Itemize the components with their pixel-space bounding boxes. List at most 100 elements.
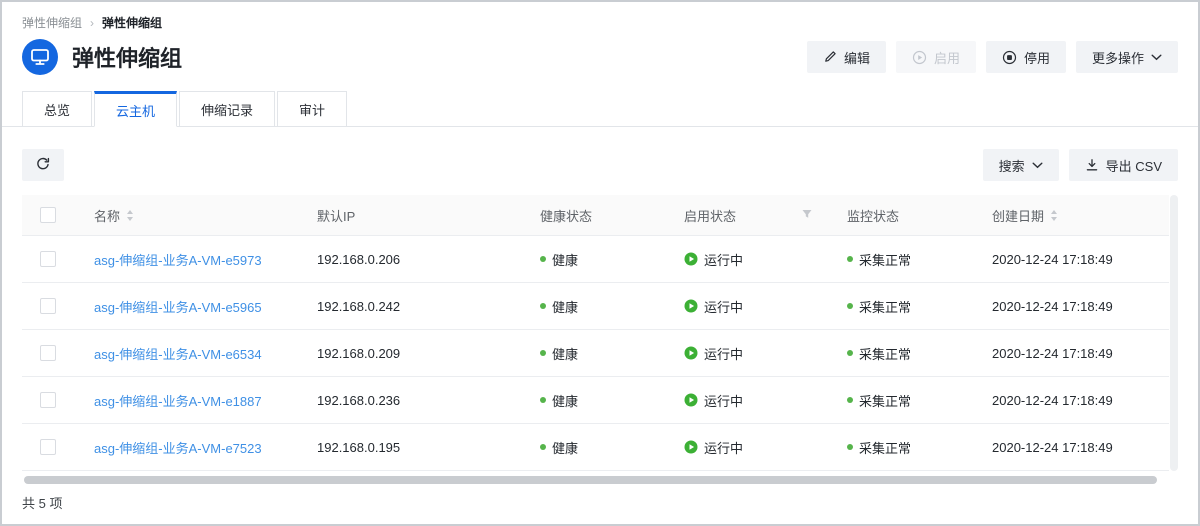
play-circle-icon — [912, 50, 927, 65]
monitor-status-cell: 采集正常 — [827, 391, 972, 410]
column-header-health: 健康状态 — [520, 206, 664, 225]
table-body: asg-伸缩组-业务A-VM-e5973 192.168.0.206 健康 运行… — [22, 236, 1169, 471]
running-play-icon — [684, 299, 698, 313]
column-label-ip: 默认IP — [317, 206, 355, 225]
vm-name-link[interactable]: asg-伸缩组-业务A-VM-e6534 — [94, 344, 262, 363]
horizontal-scrollbar — [22, 476, 1178, 484]
vm-name-link[interactable]: asg-伸缩组-业务A-VM-e7523 — [94, 438, 262, 457]
created-date-value: 2020-12-24 17:18:49 — [992, 346, 1113, 361]
vm-name-link[interactable]: asg-伸缩组-业务A-VM-e1887 — [94, 391, 262, 410]
column-header-name[interactable]: 名称 — [74, 206, 297, 225]
created-date-cell: 2020-12-24 17:18:49 — [972, 346, 1169, 361]
search-button[interactable]: 搜索 — [983, 149, 1059, 181]
enable-status-label: 运行中 — [704, 391, 743, 410]
vm-table: 名称 默认IP 健康状态 启用状态 — [22, 195, 1178, 471]
monitor-status-cell: 采集正常 — [827, 344, 972, 363]
stop-button[interactable]: 停用 — [986, 41, 1066, 73]
sort-icon[interactable] — [126, 209, 134, 222]
export-csv-label: 导出 CSV — [1106, 156, 1162, 175]
health-status-label: 健康 — [552, 297, 578, 316]
header-actions: 编辑 启用 停用 — [807, 41, 1178, 73]
page-title: 弹性伸缩组 — [72, 41, 182, 73]
column-label-created: 创建日期 — [992, 206, 1044, 225]
table-header-row: 名称 默认IP 健康状态 启用状态 — [22, 195, 1169, 236]
enable-status-cell: 运行中 — [664, 297, 827, 316]
row-checkbox[interactable] — [40, 439, 56, 455]
row-checkbox-cell — [22, 392, 74, 408]
chevron-down-icon — [1151, 54, 1162, 61]
breadcrumb-parent[interactable]: 弹性伸缩组 — [22, 14, 82, 31]
export-csv-button[interactable]: 导出 CSV — [1069, 149, 1178, 181]
more-actions-button[interactable]: 更多操作 — [1076, 41, 1178, 73]
edit-button[interactable]: 编辑 — [807, 41, 886, 73]
select-all-checkbox[interactable] — [40, 207, 56, 223]
column-header-ip: 默认IP — [297, 206, 520, 225]
column-header-created[interactable]: 创建日期 — [972, 206, 1169, 225]
row-checkbox-cell — [22, 345, 74, 361]
horizontal-scrollbar-thumb[interactable] — [24, 476, 1157, 484]
default-ip-value: 192.168.0.206 — [317, 252, 400, 267]
default-ip-cell: 192.168.0.209 — [297, 346, 520, 361]
running-play-icon — [684, 346, 698, 360]
more-actions-label: 更多操作 — [1092, 48, 1144, 67]
vm-name-link[interactable]: asg-伸缩组-业务A-VM-e5973 — [94, 250, 262, 269]
monitor-status-label: 采集正常 — [859, 250, 911, 269]
health-status-dot-icon — [540, 444, 546, 450]
refresh-icon — [35, 156, 51, 175]
row-checkbox-cell — [22, 251, 74, 267]
running-play-icon — [684, 440, 698, 454]
enable-status-cell: 运行中 — [664, 438, 827, 457]
column-label-monitor: 监控状态 — [847, 206, 899, 225]
vm-name-link[interactable]: asg-伸缩组-业务A-VM-e5965 — [94, 297, 262, 316]
created-date-cell: 2020-12-24 17:18:49 — [972, 440, 1169, 455]
stop-button-label: 停用 — [1024, 48, 1050, 67]
filter-icon[interactable] — [801, 208, 813, 223]
tab-overview[interactable]: 总览 — [22, 91, 92, 127]
monitor-icon — [22, 39, 58, 75]
table-row: asg-伸缩组-业务A-VM-e5973 192.168.0.206 健康 运行… — [22, 236, 1169, 283]
enable-status-cell: 运行中 — [664, 250, 827, 269]
created-date-cell: 2020-12-24 17:18:49 — [972, 393, 1169, 408]
search-button-label: 搜索 — [999, 156, 1025, 175]
vm-name-cell: asg-伸缩组-业务A-VM-e5965 — [74, 297, 297, 316]
column-label-name: 名称 — [94, 206, 120, 225]
default-ip-cell: 192.168.0.236 — [297, 393, 520, 408]
tab-audit[interactable]: 审计 — [277, 91, 347, 127]
sort-icon[interactable] — [1050, 209, 1058, 222]
edit-button-label: 编辑 — [844, 48, 870, 67]
tab-bar: 总览 云主机 伸缩记录 审计 — [2, 91, 1198, 127]
health-status-label: 健康 — [552, 438, 578, 457]
elastic-scaling-group-page: 弹性伸缩组 › 弹性伸缩组 弹性伸缩组 编辑 — [0, 0, 1200, 526]
row-checkbox[interactable] — [40, 251, 56, 267]
tab-scaling-records[interactable]: 伸缩记录 — [179, 91, 275, 127]
health-status-label: 健康 — [552, 250, 578, 269]
health-status-label: 健康 — [552, 344, 578, 363]
refresh-button[interactable] — [22, 149, 64, 181]
breadcrumb: 弹性伸缩组 › 弹性伸缩组 — [2, 2, 1198, 31]
enable-button[interactable]: 启用 — [896, 41, 976, 73]
row-checkbox[interactable] — [40, 298, 56, 314]
default-ip-value: 192.168.0.209 — [317, 346, 400, 361]
created-date-value: 2020-12-24 17:18:49 — [992, 393, 1113, 408]
health-status-dot-icon — [540, 303, 546, 309]
monitor-status-label: 采集正常 — [859, 297, 911, 316]
default-ip-cell: 192.168.0.242 — [297, 299, 520, 314]
monitor-status-label: 采集正常 — [859, 438, 911, 457]
page-header: 弹性伸缩组 编辑 启用 — [2, 31, 1198, 75]
monitor-status-cell: 采集正常 — [827, 250, 972, 269]
vertical-scrollbar[interactable] — [1170, 195, 1178, 471]
row-checkbox[interactable] — [40, 345, 56, 361]
health-status-cell: 健康 — [520, 250, 664, 269]
chevron-down-icon — [1032, 162, 1043, 169]
created-date-value: 2020-12-24 17:18:49 — [992, 299, 1113, 314]
row-checkbox[interactable] — [40, 392, 56, 408]
created-date-cell: 2020-12-24 17:18:49 — [972, 252, 1169, 267]
running-play-icon — [684, 393, 698, 407]
column-label-health: 健康状态 — [540, 206, 592, 225]
default-ip-value: 192.168.0.236 — [317, 393, 400, 408]
enable-status-cell: 运行中 — [664, 391, 827, 410]
table-row: asg-伸缩组-业务A-VM-e7523 192.168.0.195 健康 运行… — [22, 424, 1169, 471]
health-status-cell: 健康 — [520, 344, 664, 363]
tab-cloud-hosts[interactable]: 云主机 — [94, 91, 177, 127]
running-play-icon — [684, 252, 698, 266]
